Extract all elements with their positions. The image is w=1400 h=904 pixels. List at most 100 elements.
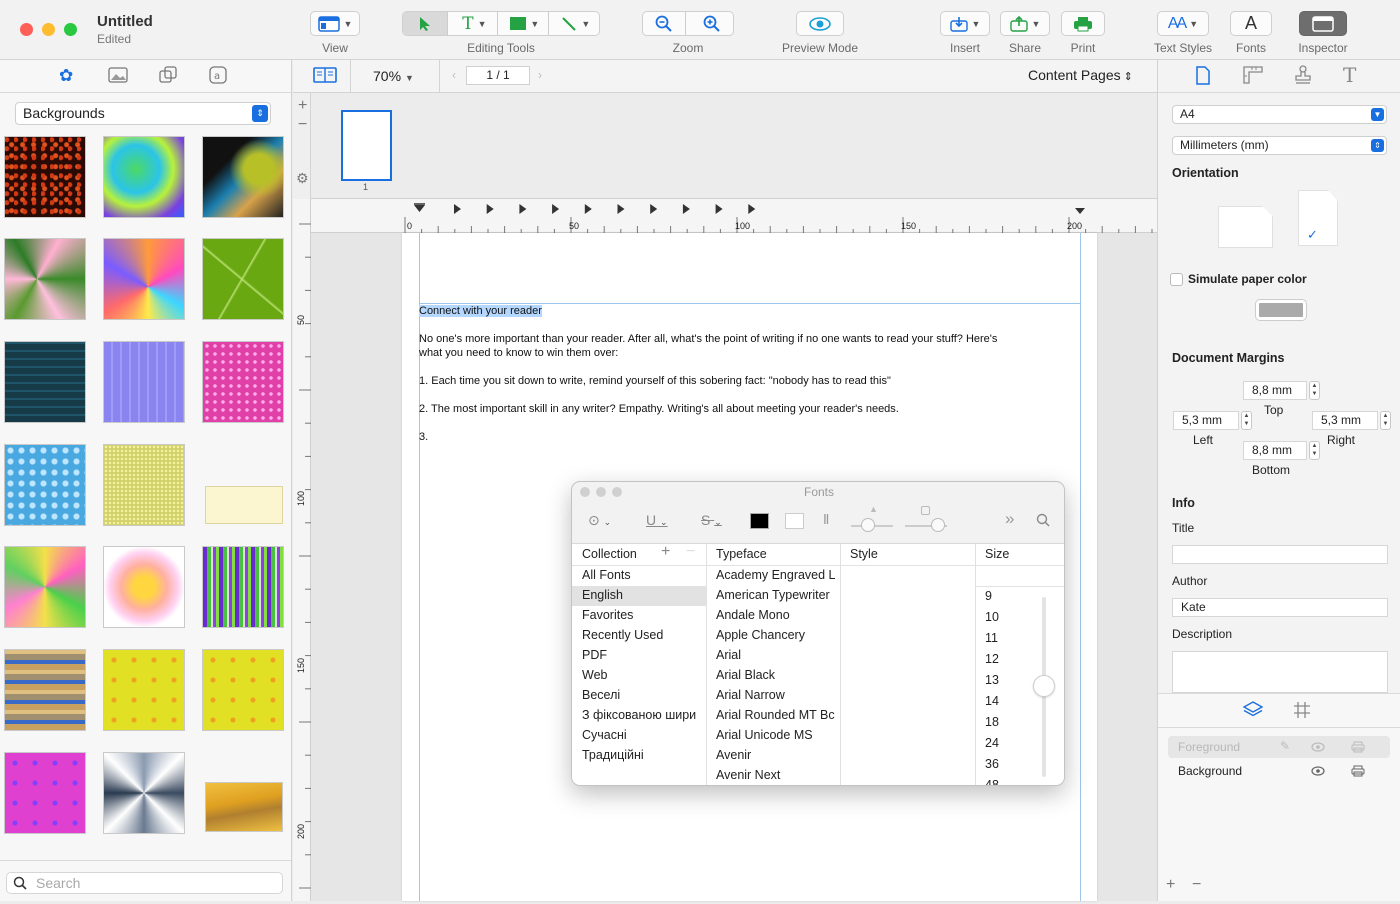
background-tile[interactable] (4, 136, 86, 218)
tab-stop-marker[interactable] (748, 204, 756, 214)
shapes-icon[interactable] (159, 66, 178, 84)
remove-page-icon[interactable]: − (298, 116, 307, 134)
document-paragraph[interactable]: No one's more important than your reader… (419, 333, 997, 345)
size-item[interactable]: 18 (985, 712, 1025, 733)
document-list-item[interactable]: 1. Each time you sit down to write, remi… (419, 375, 891, 387)
eye-icon[interactable] (1311, 742, 1325, 752)
collection-item[interactable]: Recently Used (582, 625, 704, 645)
background-tile[interactable] (103, 649, 185, 731)
gear-icon[interactable]: ⚙ (296, 170, 309, 187)
title-field[interactable] (1172, 545, 1388, 564)
shape-tool-button[interactable]: ▼ (502, 12, 549, 35)
collection-item[interactable]: Сучасні (582, 725, 704, 745)
landscape-orientation-button[interactable] (1218, 206, 1273, 248)
background-tile[interactable] (4, 238, 86, 320)
size-item[interactable]: 11 (985, 628, 1025, 649)
background-tile[interactable] (103, 341, 185, 423)
margin-top-field[interactable]: 8,8 mm (1243, 381, 1307, 400)
background-tile[interactable] (202, 238, 284, 320)
background-tile[interactable] (103, 752, 185, 834)
size-item[interactable]: 24 (985, 733, 1025, 754)
print-button[interactable] (1061, 11, 1105, 36)
page-thumbnail[interactable] (341, 110, 392, 181)
stamp-icon[interactable] (1294, 65, 1312, 85)
preview-mode-button[interactable] (796, 11, 844, 36)
size-slider-knob[interactable] (1033, 675, 1055, 697)
paper-color-well[interactable] (1256, 300, 1306, 320)
layers-icon[interactable] (1243, 701, 1263, 719)
margin-left-stepper[interactable]: ▲ ▼ (1241, 411, 1252, 430)
shadow-opacity-slider[interactable] (851, 518, 893, 532)
text-shadow-icon[interactable]: Ⅱ (823, 512, 829, 528)
grid-icon[interactable] (1293, 701, 1311, 719)
pencil-icon[interactable]: ✎ (1280, 739, 1290, 753)
insert-button[interactable]: ▼ (940, 11, 990, 36)
tab-stop-marker[interactable] (519, 204, 527, 214)
layer-row-foreground[interactable]: Foreground ✎ (1168, 736, 1390, 758)
flower-icon[interactable]: ✿ (59, 66, 73, 86)
text-color-well[interactable] (750, 513, 769, 529)
typeface-item[interactable]: Arial (716, 645, 838, 665)
zoom-out-button[interactable] (643, 12, 687, 35)
background-tile[interactable] (4, 546, 86, 628)
note-paper-tile[interactable] (205, 486, 283, 524)
size-item[interactable]: 12 (985, 649, 1025, 670)
collection-item[interactable]: Традиційні (582, 745, 704, 765)
document-list-item[interactable]: 2. The most important skill in any write… (419, 403, 899, 415)
layer-row-background[interactable]: Background (1168, 760, 1390, 782)
collection-item[interactable]: PDF (582, 645, 704, 665)
tab-stop-marker[interactable] (682, 204, 690, 214)
zoom-level-select[interactable]: 70% ▼ (373, 68, 414, 84)
size-item[interactable]: 36 (985, 754, 1025, 775)
size-item[interactable]: 13 (985, 670, 1025, 691)
size-item[interactable]: 9 (985, 586, 1025, 607)
size-item[interactable]: 48 (985, 775, 1025, 785)
size-item[interactable]: 14 (985, 691, 1025, 712)
tab-stop-marker[interactable] (650, 204, 658, 214)
eye-icon[interactable] (1311, 766, 1325, 776)
typeface-item[interactable]: Arial Black (716, 665, 838, 685)
inspector-button[interactable] (1299, 11, 1347, 36)
underline-menu[interactable]: U ⌄ (646, 512, 668, 528)
collection-item[interactable]: Веселі (582, 685, 704, 705)
close-window-button[interactable] (20, 23, 33, 36)
background-tile[interactable] (4, 649, 86, 731)
description-field[interactable] (1172, 651, 1388, 693)
share-button[interactable]: ▼ (1000, 11, 1050, 36)
typeface-item[interactable]: Andale Mono (716, 605, 838, 625)
tab-stop-marker[interactable] (454, 204, 461, 214)
printer-icon[interactable] (1351, 765, 1365, 777)
placeholder-icon[interactable]: a (209, 66, 227, 84)
paper-size-select[interactable]: A4 ▼ (1172, 105, 1387, 124)
background-tile[interactable] (4, 752, 86, 834)
zoom-window-button[interactable] (64, 23, 77, 36)
text-styles-button[interactable]: AA ▼ (1157, 11, 1209, 36)
search-icon[interactable] (1036, 513, 1050, 527)
pages-view-icon[interactable] (313, 67, 337, 83)
typeface-item[interactable]: Arial Rounded MT Bc (716, 705, 838, 725)
simulate-paper-color-checkbox[interactable] (1170, 273, 1183, 286)
ruler-icon[interactable] (1243, 66, 1263, 84)
document-heading[interactable]: Connect with your reader (419, 305, 542, 317)
margin-bottom-stepper[interactable]: ▲ ▼ (1309, 441, 1320, 460)
add-collection-icon[interactable]: + (661, 543, 670, 561)
line-tool-button[interactable]: ▼ (553, 12, 599, 35)
background-tile[interactable] (4, 444, 86, 526)
background-tile[interactable] (4, 341, 86, 423)
zoom-in-button[interactable] (690, 12, 733, 35)
typeface-item[interactable]: Academy Engraved L (716, 565, 838, 585)
text-format-icon[interactable]: T (1343, 63, 1356, 87)
margin-bottom-field[interactable]: 8,8 mm (1243, 441, 1307, 460)
tab-stop-marker[interactable] (486, 204, 494, 214)
page-indicator[interactable]: 1 / 1 (466, 66, 530, 85)
next-page-icon[interactable]: › (538, 68, 542, 82)
printer-icon[interactable] (1351, 741, 1365, 753)
background-tile[interactable] (103, 136, 185, 218)
document-paragraph[interactable]: what you need to know to win them over: (419, 347, 618, 359)
typeface-item[interactable]: American Typewriter (716, 585, 838, 605)
previous-page-icon[interactable]: ‹ (452, 68, 456, 82)
typeface-item[interactable]: Apple Chancery (716, 625, 838, 645)
background-tile[interactable] (103, 444, 185, 526)
background-tile[interactable] (103, 238, 185, 320)
tab-stop-marker[interactable] (617, 204, 625, 214)
